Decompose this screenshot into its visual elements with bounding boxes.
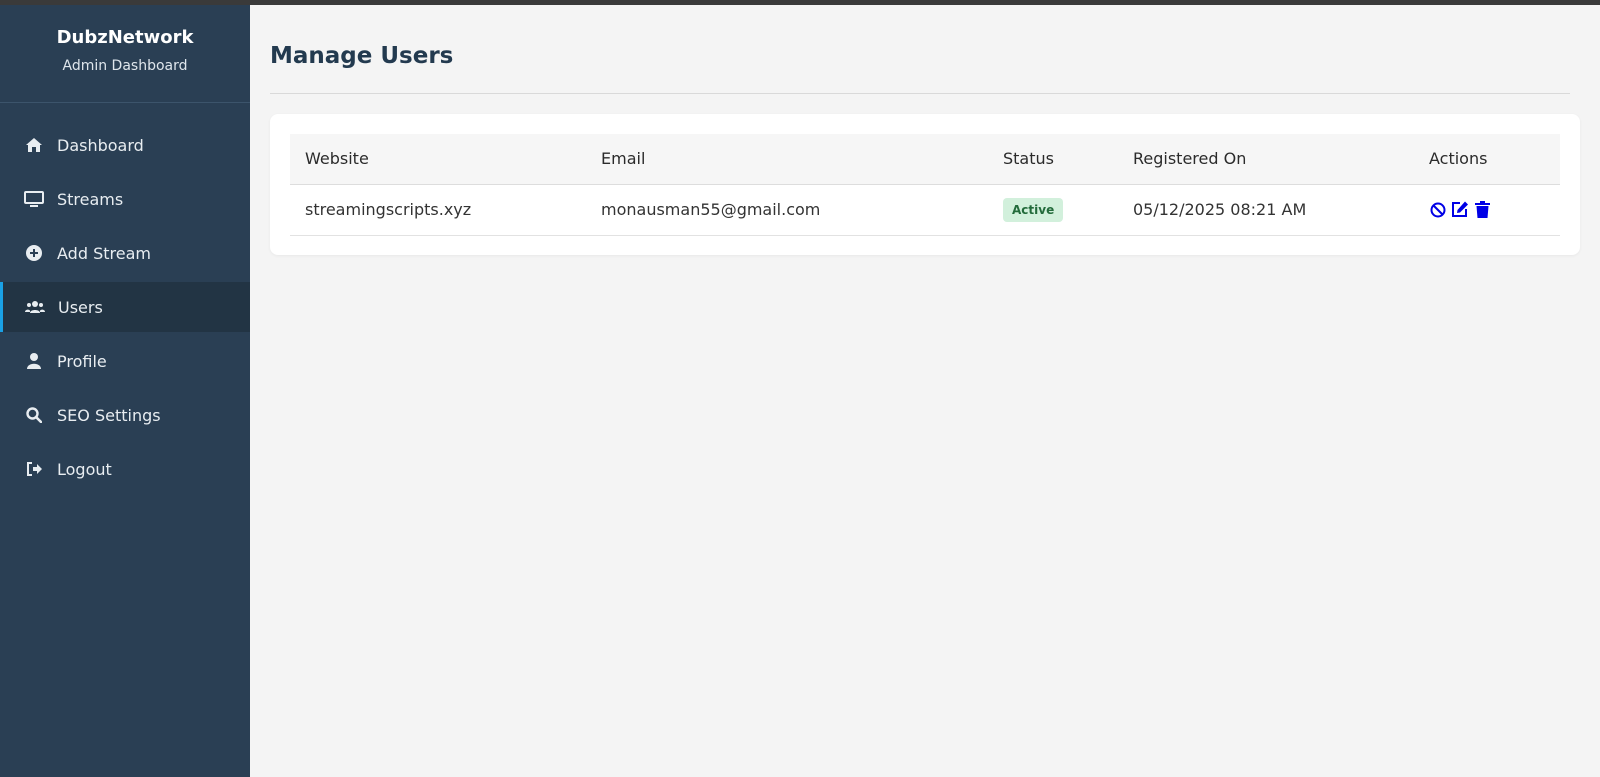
- page-title: Manage Users: [270, 43, 454, 69]
- edit-icon[interactable]: [1451, 201, 1469, 219]
- cell-status: Active: [988, 184, 1118, 236]
- trash-icon[interactable]: [1473, 201, 1491, 219]
- sidebar-nav: Dashboard Streams Add Stream Users Profi…: [0, 120, 250, 494]
- row-actions: [1429, 201, 1560, 219]
- sidebar-item-profile[interactable]: Profile: [0, 336, 250, 386]
- logout-icon: [23, 459, 45, 479]
- brand-subtitle: Admin Dashboard: [62, 58, 188, 74]
- cell-actions: [1414, 184, 1560, 236]
- sidebar-item-label: Profile: [57, 351, 107, 371]
- brand: DubzNetwork Admin Dashboard: [0, 5, 250, 103]
- status-badge: Active: [1003, 197, 1064, 222]
- sidebar-item-seo-settings[interactable]: SEO Settings: [0, 390, 250, 440]
- sidebar-item-label: Logout: [57, 459, 112, 479]
- monitor-icon: [23, 189, 45, 209]
- main-content: Manage Users Website Email Status Regist…: [250, 5, 1600, 777]
- column-header-registered-on: Registered On: [1118, 134, 1414, 185]
- cell-registered-on: 05/12/2025 08:21 AM: [1118, 184, 1414, 236]
- brand-name: DubzNetwork: [56, 27, 194, 48]
- plus-circle-icon: [23, 243, 45, 263]
- table-header-row: Website Email Status Registered On Actio…: [290, 134, 1560, 185]
- cell-website: streamingscripts.xyz: [290, 184, 586, 236]
- column-header-actions: Actions: [1414, 134, 1560, 185]
- cell-email: monausman55@gmail.com: [586, 184, 988, 236]
- title-divider: [270, 93, 1570, 94]
- column-header-email: Email: [586, 134, 988, 185]
- sidebar-item-streams[interactable]: Streams: [0, 174, 250, 224]
- users-card: Website Email Status Registered On Actio…: [270, 114, 1580, 255]
- sidebar-item-label: Dashboard: [57, 135, 144, 155]
- search-icon: [23, 405, 45, 425]
- ban-icon[interactable]: [1429, 201, 1447, 219]
- users-icon: [24, 297, 46, 317]
- sidebar-item-users[interactable]: Users: [0, 282, 250, 332]
- table-row: streamingscripts.xyz monausman55@gmail.c…: [290, 184, 1560, 236]
- users-table: Website Email Status Registered On Actio…: [290, 134, 1560, 236]
- sidebar-item-label: SEO Settings: [57, 405, 161, 425]
- sidebar-item-add-stream[interactable]: Add Stream: [0, 228, 250, 278]
- column-header-status: Status: [988, 134, 1118, 185]
- column-header-website: Website: [290, 134, 586, 185]
- sidebar-item-label: Add Stream: [57, 243, 151, 263]
- home-icon: [23, 135, 45, 155]
- sidebar-item-logout[interactable]: Logout: [0, 444, 250, 494]
- sidebar-item-label: Users: [58, 297, 103, 317]
- sidebar-item-dashboard[interactable]: Dashboard: [0, 120, 250, 170]
- sidebar-item-label: Streams: [57, 189, 124, 209]
- sidebar: DubzNetwork Admin Dashboard Dashboard St…: [0, 5, 250, 777]
- user-icon: [23, 351, 45, 371]
